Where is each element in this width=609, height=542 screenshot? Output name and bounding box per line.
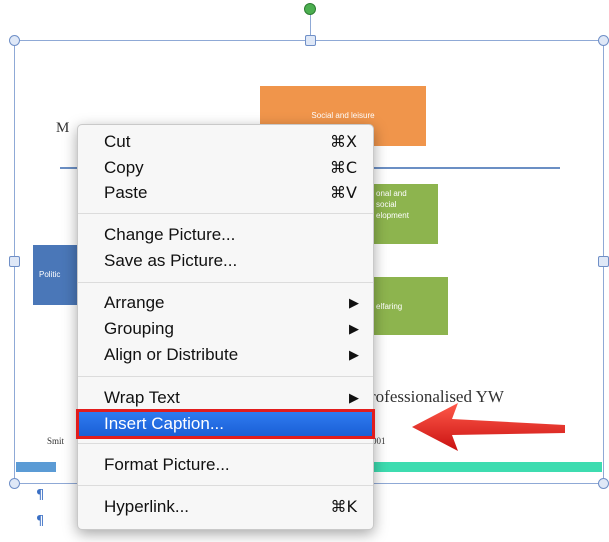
menu-item-cut-shortcut: ⌘X [330,132,357,151]
resize-handle-top-left[interactable] [9,35,20,46]
menu-separator [78,213,373,214]
menu-item-arrange-label: Arrange [104,293,165,312]
paragraph-mark-2: ¶ [36,514,45,529]
menu-item-format-picture-label: Format Picture... [104,455,230,474]
menu-item-wrap-text-label: Wrap Text [104,388,180,407]
menu-item-paste-label: Paste [104,183,148,202]
submenu-arrow-icon: ▶ [349,295,359,310]
resize-handle-bottom-left[interactable] [9,478,20,489]
submenu-arrow-icon: ▶ [349,347,359,362]
menu-item-hyperlink-label: Hyperlink... [104,497,190,516]
welfaring-box: elfaring [370,277,448,335]
context-menu: Cut ⌘X Copy ⌘C Paste ⌘V Change Picture..… [77,124,374,530]
menu-item-save-as-picture-label: Save as Picture... [104,251,238,270]
menu-item-copy-label: Copy [104,158,144,177]
menu-separator [78,443,373,444]
timeline-bar-blue [16,462,56,472]
menu-item-grouping[interactable]: Grouping ▶ [78,317,373,341]
resize-handle-right[interactable] [598,256,609,267]
menu-separator [78,376,373,377]
annotation-highlight-box [76,409,375,439]
development-box-line-2: social [376,200,397,209]
menu-item-change-picture[interactable]: Change Picture... [78,223,373,247]
citation-smith: Smit [47,436,65,446]
menu-item-cut[interactable]: Cut ⌘X [78,130,373,154]
submenu-arrow-icon: ▶ [349,321,359,336]
menu-item-hyperlink[interactable]: Hyperlink... ⌘K [78,495,373,519]
resize-handle-bottom-right[interactable] [598,478,609,489]
menu-item-copy[interactable]: Copy ⌘C [78,156,373,180]
menu-item-align-distribute-label: Align or Distribute [104,345,239,364]
menu-item-format-picture[interactable]: Format Picture... [78,453,373,477]
development-box: onal and social elopment [370,184,438,244]
development-box-line-3: elopment [376,211,409,220]
menu-item-grouping-label: Grouping [104,319,174,338]
annotation-arrow-icon [412,403,565,451]
paragraph-mark-1: ¶ [36,488,45,503]
menu-item-align-distribute[interactable]: Align or Distribute ▶ [78,343,373,367]
resize-handle-left[interactable] [9,256,20,267]
diagram-title-partial: M [56,120,70,136]
menu-item-save-as-picture[interactable]: Save as Picture... [78,249,373,273]
resize-handle-top-right[interactable] [598,35,609,46]
politics-box: Politic [33,245,79,305]
menu-separator [78,282,373,283]
rotation-handle[interactable] [304,3,316,15]
menu-item-paste[interactable]: Paste ⌘V [78,181,373,205]
resize-handle-top[interactable] [305,35,316,46]
menu-item-arrange[interactable]: Arrange ▶ [78,291,373,315]
menu-item-paste-shortcut: ⌘V [330,183,357,202]
submenu-arrow-icon: ▶ [349,390,359,405]
menu-item-cut-label: Cut [104,132,131,151]
menu-separator [78,485,373,486]
timeline-bar-teal [370,462,602,472]
menu-item-change-picture-label: Change Picture... [104,225,236,244]
development-box-line-1: onal and [376,189,407,198]
menu-item-wrap-text[interactable]: Wrap Text ▶ [78,386,373,410]
menu-item-hyperlink-shortcut: ⌘K [330,497,358,516]
menu-item-copy-shortcut: ⌘C [329,158,357,177]
